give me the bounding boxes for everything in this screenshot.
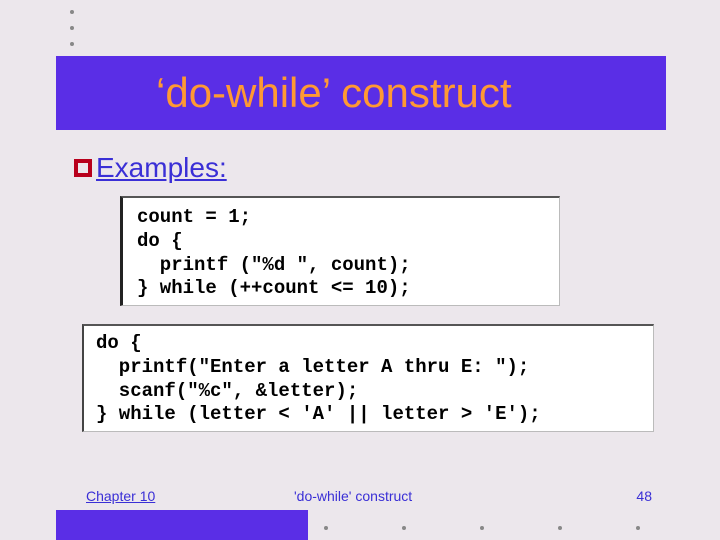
code-example-1: count = 1; do { printf ("%d ", count); }… (120, 196, 560, 306)
dot-icon (558, 526, 562, 530)
dot-icon (636, 526, 640, 530)
footer: Chapter 10 'do-while' construct 48 (0, 486, 720, 540)
footer-accent-bar (56, 510, 308, 540)
dot-icon (324, 526, 328, 530)
code-example-2: do { printf("Enter a letter A thru E: ")… (82, 324, 654, 432)
bullet-label: Examples: (96, 152, 227, 184)
dot-icon (70, 26, 74, 30)
slide-title: ‘do-while’ construct (156, 69, 512, 117)
decorative-dots-top (70, 10, 74, 46)
dot-icon (402, 526, 406, 530)
footer-center: 'do-while' construct (294, 488, 412, 504)
decorative-dots-bottom (324, 526, 640, 530)
footer-chapter: Chapter 10 (86, 488, 155, 504)
dot-icon (480, 526, 484, 530)
dot-icon (70, 10, 74, 14)
bullet-item: Examples: (74, 152, 227, 184)
title-bar: ‘do-while’ construct (56, 56, 666, 130)
dot-icon (70, 42, 74, 46)
square-bullet-icon (74, 159, 92, 177)
footer-page-number: 48 (636, 488, 652, 504)
